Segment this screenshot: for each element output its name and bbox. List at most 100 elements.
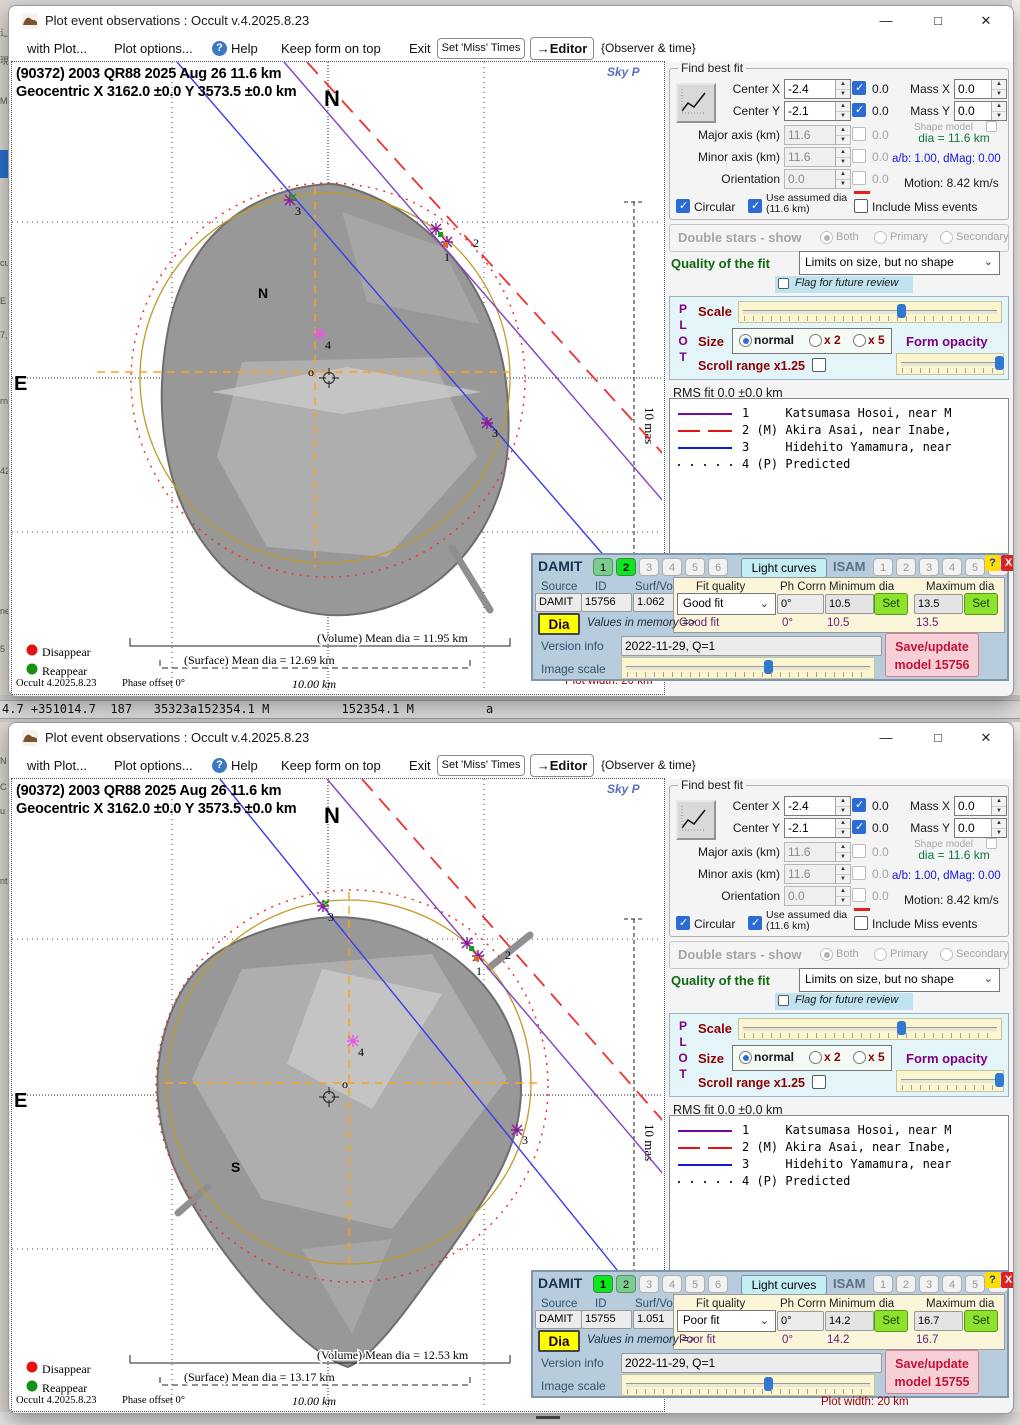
- image-scale-slider[interactable]: [621, 657, 875, 679]
- close-button[interactable]: ✕: [963, 6, 1009, 36]
- scroll-range-checkbox[interactable]: [812, 1075, 826, 1089]
- maximum-dia-field[interactable]: 13.5: [914, 594, 963, 614]
- ph-corrn-field[interactable]: 0°: [777, 594, 824, 614]
- isam-model-2[interactable]: 2: [896, 1275, 916, 1293]
- list-item[interactable]: 1 Katsumasa Hosoi, near M: [670, 1122, 1008, 1139]
- size-normal-radio[interactable]: [739, 334, 752, 347]
- center-x-field[interactable]: -2.4▲▼: [784, 796, 851, 816]
- chart-icon[interactable]: [676, 83, 716, 123]
- damit-model-2[interactable]: 2: [616, 1275, 636, 1293]
- image-scale-slider[interactable]: [621, 1374, 875, 1396]
- editor-button[interactable]: →Editor: [530, 37, 594, 60]
- use-assumed-checkbox[interactable]: [748, 916, 762, 930]
- damit-help-button[interactable]: ?: [985, 555, 1000, 571]
- menu-keep-on-top[interactable]: Keep form on top: [281, 41, 381, 56]
- center-y-checkbox[interactable]: [852, 103, 866, 117]
- include-miss-checkbox[interactable]: [854, 199, 868, 213]
- scroll-range-checkbox[interactable]: [812, 358, 826, 372]
- isam-model-2[interactable]: 2: [896, 558, 916, 576]
- isam-model-1[interactable]: 1: [873, 558, 893, 576]
- damit-close-button[interactable]: X: [1001, 1272, 1014, 1288]
- isam-model-1[interactable]: 1: [873, 1275, 893, 1293]
- help-icon[interactable]: ?: [212, 758, 227, 773]
- ph-corrn-field[interactable]: 0°: [777, 1311, 824, 1331]
- damit-model-6[interactable]: 6: [708, 558, 728, 576]
- observer-list[interactable]: 1 Katsumasa Hosoi, near M 2 (M) Akira As…: [669, 1115, 1009, 1275]
- app-window-1[interactable]: Plot event observations : Occult v.4.202…: [8, 5, 1014, 697]
- menu-with-plot[interactable]: with Plot...: [27, 758, 87, 773]
- use-assumed-checkbox[interactable]: [748, 199, 762, 213]
- center-x-checkbox[interactable]: [852, 81, 866, 95]
- save-update-model-button[interactable]: Save/updatemodel 15755: [885, 1350, 979, 1394]
- size-x2-radio[interactable]: [809, 1051, 822, 1064]
- flag-review-checkbox[interactable]: [778, 995, 789, 1006]
- isam-model-4[interactable]: 4: [942, 558, 962, 576]
- flag-review-checkbox[interactable]: [778, 278, 789, 289]
- minimize-button[interactable]: —: [863, 723, 909, 753]
- damit-model-4[interactable]: 4: [662, 1275, 682, 1293]
- list-item[interactable]: 4 (P) Predicted: [670, 456, 1008, 473]
- mass-y-field[interactable]: 0.0▲▼: [954, 818, 1007, 838]
- center-x-checkbox[interactable]: [852, 798, 866, 812]
- circular-checkbox[interactable]: [676, 916, 690, 930]
- size-x5-radio[interactable]: [853, 334, 866, 347]
- maximum-dia-field[interactable]: 16.7: [914, 1311, 963, 1331]
- menu-help[interactable]: Help: [231, 41, 258, 56]
- set-maximum-button[interactable]: Set: [964, 1310, 998, 1332]
- set-minimum-button[interactable]: Set: [874, 1310, 908, 1332]
- size-x5-radio[interactable]: [853, 1051, 866, 1064]
- mass-y-field[interactable]: 0.0▲▼: [954, 101, 1007, 121]
- titlebar[interactable]: Plot event observations : Occult v.4.202…: [9, 723, 1013, 753]
- dia-button[interactable]: Dia: [538, 1330, 580, 1352]
- menu-plot-options[interactable]: Plot options...: [114, 758, 193, 773]
- menu-help[interactable]: Help: [231, 758, 258, 773]
- damit-model-1[interactable]: 1: [593, 1275, 613, 1293]
- damit-model-4[interactable]: 4: [662, 558, 682, 576]
- menu-exit[interactable]: Exit: [409, 41, 431, 56]
- center-x-field[interactable]: -2.4▲▼: [784, 79, 851, 99]
- menu-plot-options[interactable]: Plot options...: [114, 41, 193, 56]
- damit-model-3[interactable]: 3: [639, 1275, 659, 1293]
- damit-help-button[interactable]: ?: [985, 1272, 1000, 1288]
- mass-x-field[interactable]: 0.0▲▼: [954, 796, 1007, 816]
- menu-keep-on-top[interactable]: Keep form on top: [281, 758, 381, 773]
- maximize-button[interactable]: □: [915, 6, 961, 36]
- list-item[interactable]: 2 (M) Akira Asai, near Inabe,: [670, 1139, 1008, 1156]
- set-miss-times-button[interactable]: Set 'Miss' Times: [437, 38, 525, 59]
- list-item[interactable]: 3 Hidehito Yamamura, near: [670, 439, 1008, 456]
- form-opacity-slider[interactable]: [896, 353, 1004, 375]
- damit-model-5[interactable]: 5: [685, 1275, 705, 1293]
- menu-with-plot[interactable]: with Plot...: [27, 41, 87, 56]
- list-item[interactable]: 4 (P) Predicted: [670, 1173, 1008, 1190]
- app-window-2[interactable]: Plot event observations : Occult v.4.202…: [8, 722, 1014, 1414]
- center-y-field[interactable]: -2.1▲▼: [784, 818, 851, 838]
- size-x2-radio[interactable]: [809, 334, 822, 347]
- fit-quality-select[interactable]: Good fit⌄: [677, 593, 776, 615]
- save-update-model-button[interactable]: Save/updatemodel 15756: [885, 633, 979, 677]
- damit-model-3[interactable]: 3: [639, 558, 659, 576]
- light-curves-button[interactable]: Light curves: [741, 558, 827, 578]
- list-item[interactable]: 1 Katsumasa Hosoi, near M: [670, 405, 1008, 422]
- set-minimum-button[interactable]: Set: [874, 593, 908, 615]
- quality-select[interactable]: Limits on size, but no shape⌄: [799, 968, 1000, 992]
- form-opacity-slider[interactable]: [896, 1070, 1004, 1092]
- observer-time-label[interactable]: {Observer & time}: [601, 758, 696, 772]
- maximize-button[interactable]: □: [915, 723, 961, 753]
- minimize-button[interactable]: —: [863, 6, 909, 36]
- damit-model-2[interactable]: 2: [616, 558, 636, 576]
- observer-list[interactable]: 1 Katsumasa Hosoi, near M 2 (M) Akira As…: [669, 398, 1009, 558]
- set-maximum-button[interactable]: Set: [964, 593, 998, 615]
- isam-model-5[interactable]: 5: [965, 558, 985, 576]
- damit-model-1[interactable]: 1: [593, 558, 613, 576]
- scale-slider[interactable]: [738, 301, 1002, 323]
- scale-slider[interactable]: [738, 1018, 1002, 1040]
- center-y-checkbox[interactable]: [852, 820, 866, 834]
- isam-model-4[interactable]: 4: [942, 1275, 962, 1293]
- help-icon[interactable]: ?: [212, 41, 227, 56]
- damit-model-6[interactable]: 6: [708, 1275, 728, 1293]
- minimum-dia-field[interactable]: 14.2: [825, 1311, 874, 1331]
- light-curves-button[interactable]: Light curves: [741, 1275, 827, 1295]
- damit-close-button[interactable]: X: [1001, 555, 1014, 571]
- circular-checkbox[interactable]: [676, 199, 690, 213]
- quality-select[interactable]: Limits on size, but no shape⌄: [799, 251, 1000, 275]
